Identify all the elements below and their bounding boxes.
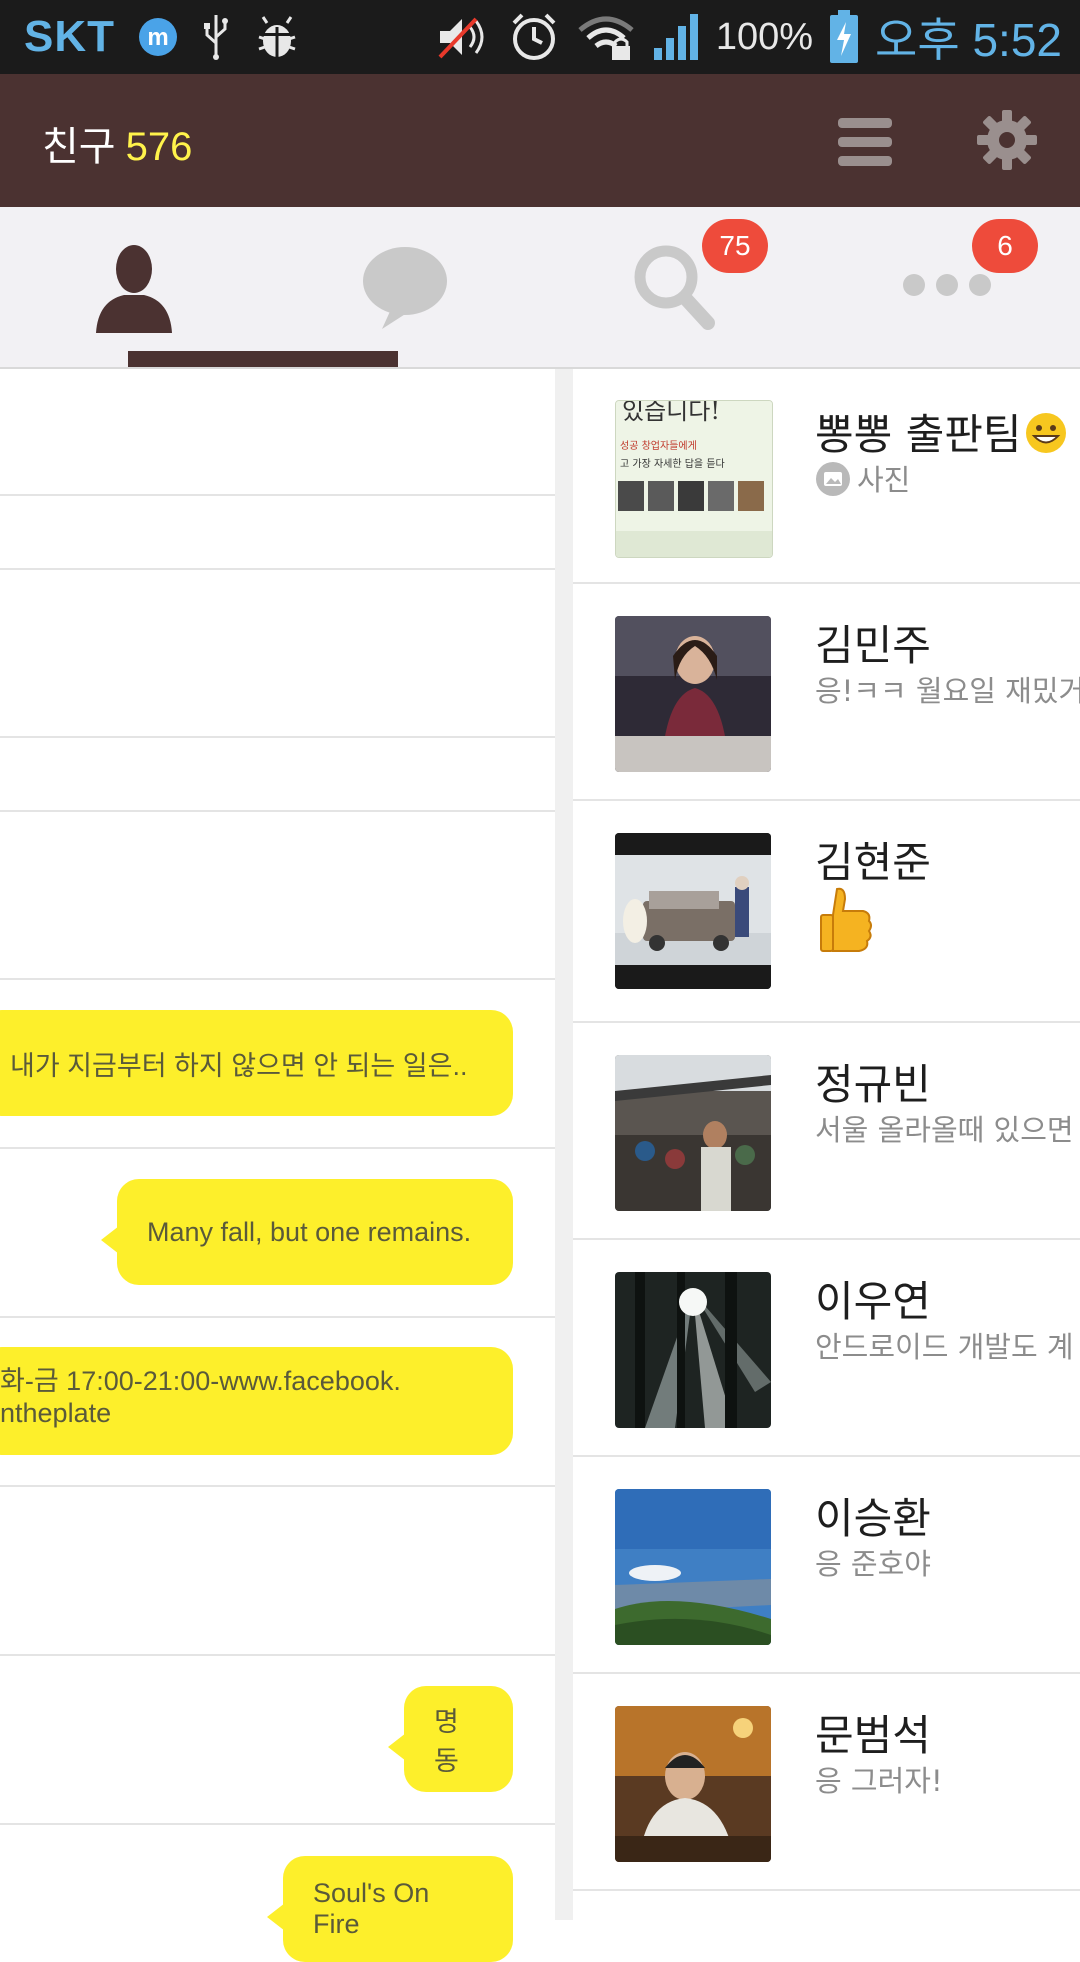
tab-more[interactable]: 6 [810, 207, 1080, 367]
friend-name: 이승환 [815, 1494, 931, 1543]
row-divider [0, 1147, 555, 1149]
friend-status: 응!ㅋㅋ 월요일 재밌거 [815, 674, 1080, 708]
friend-name: 이우연 [815, 1277, 931, 1326]
pane-divider [555, 369, 573, 1920]
alarm-icon [508, 11, 560, 63]
chat-preview-bubble[interactable]: 화-금 17:00-21:00-www.facebook. ntheplate [0, 1347, 513, 1455]
row-divider [0, 1823, 555, 1825]
row-divider [0, 810, 555, 812]
avatar-subtitle-text: 고 가장 자세한 답을 듣다 [620, 458, 725, 470]
friend-status: 응 준호야 [815, 1547, 931, 1581]
avatar-subtitle-text: 성공 창업자들에게 [620, 439, 697, 452]
avatar [615, 1489, 771, 1645]
settings-button[interactable] [975, 108, 1039, 172]
find-badge: 75 [702, 219, 768, 273]
tab-chats[interactable] [270, 207, 540, 367]
row-divider [573, 1889, 1080, 1891]
friend-row[interactable]: 김현준 [573, 801, 1080, 1023]
friend-name: 문범석 [815, 1711, 931, 1760]
friend-status: 안드로이드 개발도 계 [815, 1330, 1074, 1364]
friend-row[interactable]: 이우연 안드로이드 개발도 계 [573, 1240, 1080, 1457]
row-divider [0, 1485, 555, 1487]
avatar [615, 1272, 771, 1428]
avatar-image [615, 1489, 771, 1645]
chat-preview-bubble[interactable]: Many fall, but one remains. [101, 1179, 513, 1285]
avatar [615, 1706, 771, 1862]
row-divider [0, 1654, 555, 1656]
friend-status [815, 885, 875, 962]
friend-row[interactable]: 있습니다! 성공 창업자들에게 고 가장 자세한 답을 듣다 뽕뽕 출판팀 사진 [573, 369, 1080, 584]
friend-row[interactable]: 문범석 응 그러자! [573, 1674, 1080, 1891]
carrier-label: SKT [24, 12, 115, 61]
row-divider [0, 568, 555, 570]
friend-list[interactable]: 있습니다! 성공 창업자들에게 고 가장 자세한 답을 듣다 뽕뽕 출판팀 사진 [573, 369, 1080, 1920]
photo-icon [816, 462, 850, 496]
friend-count: 576 [125, 125, 193, 169]
chat-preview-text: Soul's On Fire [313, 1878, 430, 1939]
avatar-image [615, 1272, 771, 1428]
avatar [615, 1055, 771, 1211]
chat-preview-text: 화-금 17:00-21:00-www.facebook. [0, 1366, 401, 1396]
friend-status: 서울 올라올때 있으면 [815, 1113, 1074, 1147]
svg-text:m: m [147, 24, 168, 51]
chat-preview-text: Many fall, but one remains. [147, 1216, 472, 1247]
friend-status: 사진 [815, 457, 910, 499]
page-title: 친구 576 [42, 114, 192, 172]
speech-bubble-icon [363, 247, 447, 329]
signal-icon [652, 12, 700, 62]
more-badge: 6 [972, 219, 1038, 273]
tab-bar: 75 6 [0, 207, 1080, 369]
avatar-image [615, 1706, 771, 1862]
chat-preview-text: ntheplate [0, 1398, 112, 1428]
app-header: 친구 576 [0, 74, 1080, 207]
friend-name: 김현준 [815, 838, 931, 887]
friend-name: 정규빈 [815, 1060, 931, 1109]
avatar-title-text: 있습니다! [622, 401, 720, 425]
chat-preview-bubble[interactable]: 내가 지금부터 하지 않으면 안 되는 일은.. [0, 1010, 513, 1116]
active-tab-indicator [128, 351, 398, 367]
person-icon [96, 245, 172, 333]
clock: 오후 5:52 [875, 14, 1062, 66]
more-dots-icon [903, 274, 991, 296]
friend-name: 김민주 [815, 621, 931, 670]
friend-row[interactable]: 정규빈 서울 올라올때 있으면 [573, 1023, 1080, 1240]
row-divider [0, 1316, 555, 1318]
menu-button[interactable] [836, 114, 894, 170]
friend-row[interactable]: 김민주 응!ㅋㅋ 월요일 재밌거 [573, 584, 1080, 801]
status-bar: SKT m 100% 오후 5:52 [0, 0, 1080, 74]
mute-icon [436, 13, 492, 61]
wifi-lock-icon [576, 12, 636, 62]
avatar [615, 833, 771, 989]
row-divider [0, 494, 555, 496]
row-divider [0, 736, 555, 738]
friend-row[interactable]: 이승환 응 준호야 [573, 1457, 1080, 1674]
chat-preview-text: 명동 [434, 1707, 459, 1776]
tab-find[interactable]: 75 [540, 207, 810, 367]
tab-friends[interactable] [0, 207, 270, 367]
friend-status: 응 그러자! [815, 1764, 943, 1798]
hamburger-icon [838, 118, 892, 166]
page-title-label: 친구 [42, 124, 116, 170]
battery-charging-icon [829, 10, 859, 64]
thumbs-up-emoji-icon [820, 887, 872, 952]
grin-emoji-icon [1025, 413, 1066, 453]
chat-preview-bubble[interactable]: 명동 [388, 1686, 513, 1792]
messenger-icon: m [137, 16, 179, 58]
row-divider [0, 978, 555, 980]
friend-name: 뽕뽕 출판팀 [815, 401, 1068, 462]
usb-icon [201, 13, 231, 61]
avatar-image [615, 1055, 771, 1211]
debug-icon [253, 13, 301, 61]
avatar: 있습니다! 성공 창업자들에게 고 가장 자세한 답을 듣다 [615, 400, 773, 558]
avatar-image: 있습니다! 성공 창업자들에게 고 가장 자세한 답을 듣다 [616, 401, 772, 557]
avatar-image [615, 616, 771, 772]
chat-preview-bubble[interactable]: Soul's On Fire [267, 1856, 513, 1962]
avatar-image [615, 833, 771, 989]
gear-icon [977, 110, 1037, 170]
chat-preview-text: 내가 지금부터 하지 않으면 안 되는 일은.. [10, 1050, 468, 1081]
battery-percent: 100% [715, 15, 814, 58]
chat-list-pane[interactable]: 내가 지금부터 하지 않으면 안 되는 일은.. Many fall, but … [0, 369, 555, 1962]
avatar [615, 616, 771, 772]
